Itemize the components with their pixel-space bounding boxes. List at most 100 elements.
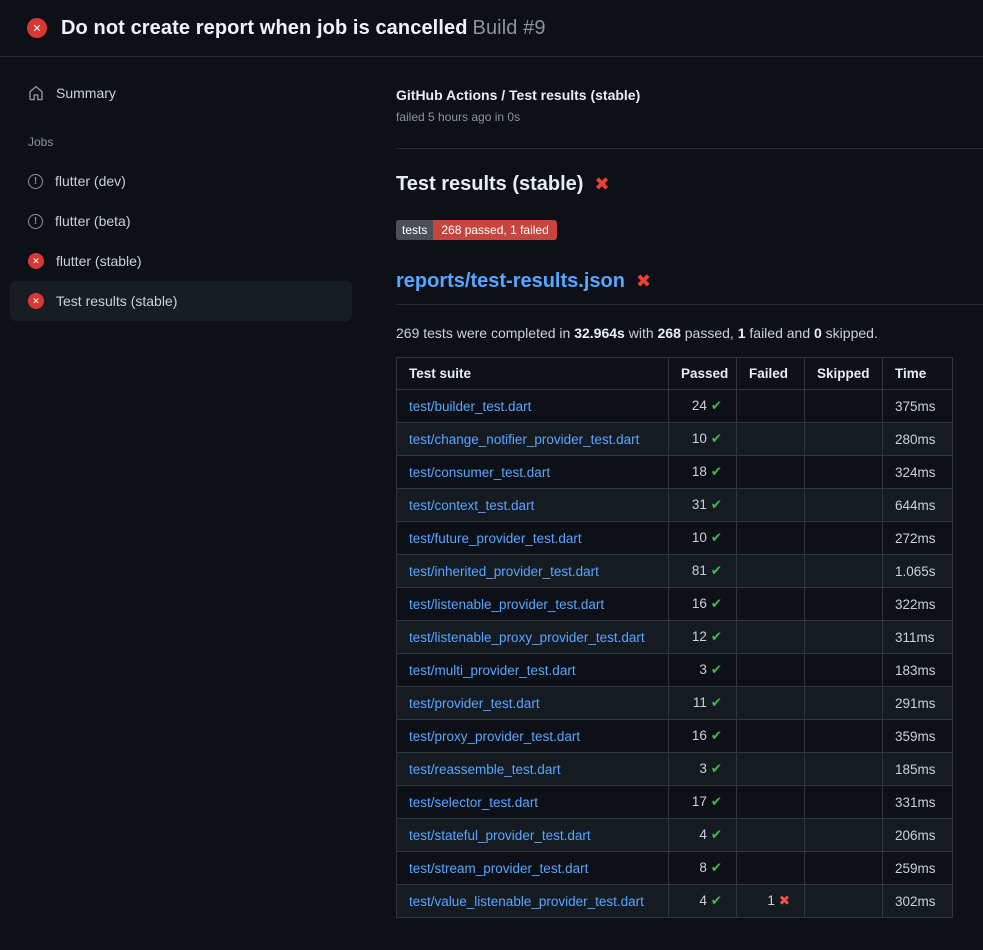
test-suite-link[interactable]: test/stream_provider_test.dart <box>409 861 588 876</box>
suite-cell: test/stateful_provider_test.dart <box>397 819 669 852</box>
section-title: Test results (stable) ✖ <box>396 173 983 196</box>
sidebar-item[interactable]: ✕flutter (stable) <box>10 241 352 281</box>
passed-cell: 3 ✔ <box>669 753 737 786</box>
col-header-failed: Failed <box>737 358 805 390</box>
failed-cell <box>737 852 805 885</box>
failed-cell <box>737 522 805 555</box>
passed-cell: 4 ✔ <box>669 885 737 918</box>
table-row: test/listenable_proxy_provider_test.dart… <box>397 621 953 654</box>
suite-cell: test/stream_provider_test.dart <box>397 852 669 885</box>
page-title: Do not create report when job is cancell… <box>61 17 546 40</box>
failed-cell <box>737 489 805 522</box>
failed-cell <box>737 819 805 852</box>
skipped-cell <box>805 621 883 654</box>
test-suite-link[interactable]: test/value_listenable_provider_test.dart <box>409 894 644 909</box>
test-suite-link[interactable]: test/listenable_provider_test.dart <box>409 597 604 612</box>
test-suite-link[interactable]: test/builder_test.dart <box>409 399 531 414</box>
check-icon: ✔ <box>711 497 722 512</box>
check-icon: ✔ <box>711 431 722 446</box>
check-icon: ✔ <box>711 827 722 842</box>
passed-cell: 4 ✔ <box>669 819 737 852</box>
time-cell: 322ms <box>883 588 953 621</box>
summary-passed-count: 268 <box>658 325 681 341</box>
summary-mid2: passed, <box>681 325 738 341</box>
app: ✕ Do not create report when job is cance… <box>0 0 983 918</box>
sidebar-item-summary[interactable]: Summary <box>10 73 352 113</box>
divider <box>396 148 983 149</box>
check-icon: ✔ <box>711 761 722 776</box>
suite-cell: test/multi_provider_test.dart <box>397 654 669 687</box>
suite-cell: test/builder_test.dart <box>397 390 669 423</box>
table-row: test/multi_provider_test.dart3 ✔183ms <box>397 654 953 687</box>
jobs-section-label: Jobs <box>10 113 352 161</box>
col-header-skipped: Skipped <box>805 358 883 390</box>
tests-badge: tests 268 passed, 1 failed <box>396 220 557 240</box>
time-cell: 331ms <box>883 786 953 819</box>
test-suite-link[interactable]: test/proxy_provider_test.dart <box>409 729 580 744</box>
summary-duration: 32.964s <box>574 325 625 341</box>
passed-cell: 12 ✔ <box>669 621 737 654</box>
passed-cell: 8 ✔ <box>669 852 737 885</box>
table-row: test/value_listenable_provider_test.dart… <box>397 885 953 918</box>
test-suite-link[interactable]: test/context_test.dart <box>409 498 534 513</box>
failed-cell: 1 ✖ <box>737 885 805 918</box>
summary-skipped-count: 0 <box>814 325 822 341</box>
build-number: Build #9 <box>473 17 546 39</box>
results-table: Test suite Passed Failed Skipped Time te… <box>396 357 953 918</box>
table-header-row: Test suite Passed Failed Skipped Time <box>397 358 953 390</box>
table-row: test/selector_test.dart17 ✔331ms <box>397 786 953 819</box>
test-suite-link[interactable]: test/selector_test.dart <box>409 795 538 810</box>
time-cell: 311ms <box>883 621 953 654</box>
suite-cell: test/selector_test.dart <box>397 786 669 819</box>
check-icon: ✔ <box>711 563 722 578</box>
skipped-cell <box>805 654 883 687</box>
table-row: test/context_test.dart31 ✔644ms <box>397 489 953 522</box>
breadcrumb: GitHub Actions / Test results (stable) <box>396 87 983 103</box>
time-cell: 185ms <box>883 753 953 786</box>
failed-cell <box>737 621 805 654</box>
skipped-cell <box>805 423 883 456</box>
test-suite-link[interactable]: test/provider_test.dart <box>409 696 540 711</box>
summary-mid1: with <box>625 325 658 341</box>
check-icon: ✔ <box>711 728 722 743</box>
run-title: Do not create report when job is cancell… <box>61 17 468 39</box>
time-cell: 375ms <box>883 390 953 423</box>
failed-cell <box>737 753 805 786</box>
failed-cell <box>737 456 805 489</box>
sidebar-item[interactable]: ✕Test results (stable) <box>10 281 352 321</box>
test-suite-link[interactable]: test/future_provider_test.dart <box>409 531 582 546</box>
check-icon: ✔ <box>711 398 722 413</box>
passed-cell: 16 ✔ <box>669 588 737 621</box>
table-row: test/inherited_provider_test.dart81 ✔1.0… <box>397 555 953 588</box>
skipped-cell <box>805 720 883 753</box>
test-suite-link[interactable]: test/reassemble_test.dart <box>409 762 561 777</box>
run-failed-icon: ✕ <box>27 18 47 38</box>
test-suite-link[interactable]: test/multi_provider_test.dart <box>409 663 576 678</box>
check-icon: ✔ <box>711 662 722 677</box>
failed-cell <box>737 687 805 720</box>
test-suite-link[interactable]: test/inherited_provider_test.dart <box>409 564 599 579</box>
check-icon: ✔ <box>711 530 722 545</box>
col-header-test-suite: Test suite <box>397 358 669 390</box>
time-cell: 644ms <box>883 489 953 522</box>
sidebar-item-label: Summary <box>56 85 116 101</box>
sidebar-item[interactable]: !flutter (beta) <box>10 201 352 241</box>
passed-cell: 10 ✔ <box>669 522 737 555</box>
sidebar-item[interactable]: !flutter (dev) <box>10 161 352 201</box>
test-suite-link[interactable]: test/change_notifier_provider_test.dart <box>409 432 639 447</box>
failed-status-icon: ✕ <box>28 293 44 309</box>
check-icon: ✔ <box>711 695 722 710</box>
table-row: test/consumer_test.dart18 ✔324ms <box>397 456 953 489</box>
report-link[interactable]: reports/test-results.json <box>396 270 625 293</box>
test-suite-link[interactable]: test/listenable_proxy_provider_test.dart <box>409 630 645 645</box>
header: ✕ Do not create report when job is cance… <box>0 0 983 57</box>
suite-cell: test/provider_test.dart <box>397 687 669 720</box>
col-header-passed: Passed <box>669 358 737 390</box>
check-icon: ✔ <box>711 596 722 611</box>
test-suite-link[interactable]: test/consumer_test.dart <box>409 465 550 480</box>
test-suite-link[interactable]: test/stateful_provider_test.dart <box>409 828 591 843</box>
passed-cell: 11 ✔ <box>669 687 737 720</box>
table-row: test/stream_provider_test.dart8 ✔259ms <box>397 852 953 885</box>
suite-cell: test/change_notifier_provider_test.dart <box>397 423 669 456</box>
sidebar-item-label: flutter (stable) <box>56 253 142 269</box>
